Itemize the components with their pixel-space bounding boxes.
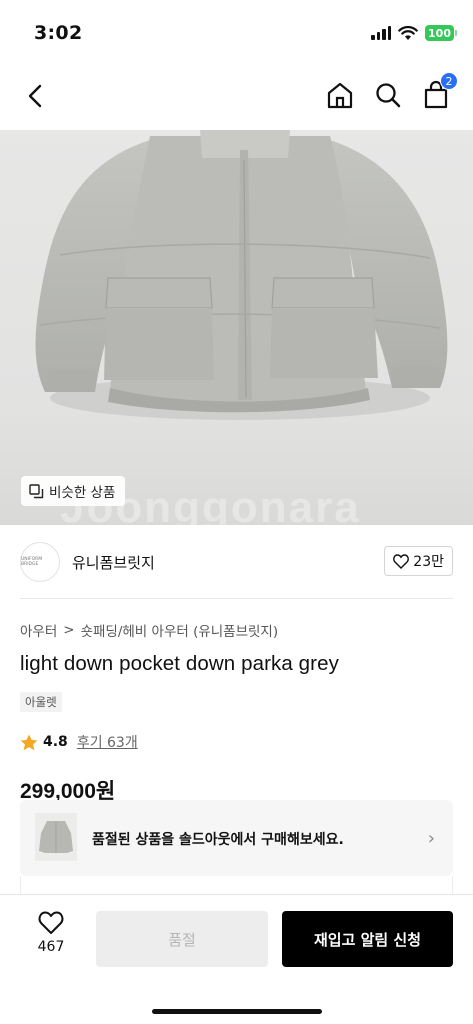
jacket-image [35,130,448,420]
restock-alert-button[interactable]: 재입고 알림 신청 [282,911,453,967]
top-nav: 2 [0,62,473,130]
shop-logo-text: UNIFORM BRIDGE [21,557,43,567]
outlet-tag: 아울렛 [20,692,62,712]
breadcrumb-item-subcategory[interactable]: 숏패딩/헤비 아우터 (유니폼브릿지) [81,620,279,640]
soldout-banner-text: 품절된 상품을 솔드아웃에서 구매해보세요. [92,832,344,848]
soldout-banner[interactable]: 품절된 상품을 솔드아웃에서 구매해보세요. › [20,800,453,876]
cart-button[interactable]: 2 [421,72,458,110]
like-button[interactable]: 23만 [384,546,453,576]
shop-row: UNIFORM BRIDGE 유니폼브릿지 23만 [0,525,473,599]
breadcrumb-separator: > [63,622,75,638]
battery-icon: 100 [425,25,457,41]
similar-products-button[interactable]: 비슷한 상품 [21,476,126,506]
battery-level: 100 [425,25,454,41]
status-time: 3:02 [34,22,83,44]
chevron-left-icon[interactable] [22,82,50,110]
rating-value: 4.8 [43,734,68,750]
breadcrumb: 아우터 > 숏패딩/헤비 아우터 (유니폼브릿지) [20,620,278,640]
shop-logo[interactable]: UNIFORM BRIDGE [20,542,60,582]
wishlist-count: 467 [37,939,65,955]
review-link[interactable]: 후기 63개 [77,732,138,752]
wifi-icon [398,25,418,40]
cart-count-badge: 2 [440,72,458,90]
bottom-action-bar: 467 품절 재입고 알림 신청 [0,894,473,1024]
like-count: 23만 [413,554,444,570]
home-icon[interactable] [325,80,355,110]
soldout-button: 품절 [96,911,268,967]
cellular-signal-icon [371,26,391,40]
copy-icon [29,483,44,498]
chevron-right-icon: › [427,828,435,849]
shop-name[interactable]: 유니폼브릿지 [72,552,155,573]
status-bar: 3:02 100 [0,0,473,62]
breadcrumb-item-category[interactable]: 아우터 [20,620,57,640]
nav-actions: 2 [325,72,458,110]
product-image[interactable]: Joonggonara 비슷한 상품 [0,130,473,525]
rating-row: 4.8 후기 63개 [20,732,138,752]
product-thumbnail [35,813,77,861]
star-icon [20,734,38,750]
heart-icon [38,911,64,934]
heart-icon [393,553,410,569]
product-title: light down pocket down parka grey [20,652,339,675]
wishlist-button[interactable]: 467 [26,911,76,971]
similar-products-label: 비슷한 상품 [49,485,116,501]
home-indicator[interactable] [152,1009,322,1014]
search-icon[interactable] [373,80,403,110]
divider [20,598,453,599]
status-icons: 100 [371,25,457,41]
